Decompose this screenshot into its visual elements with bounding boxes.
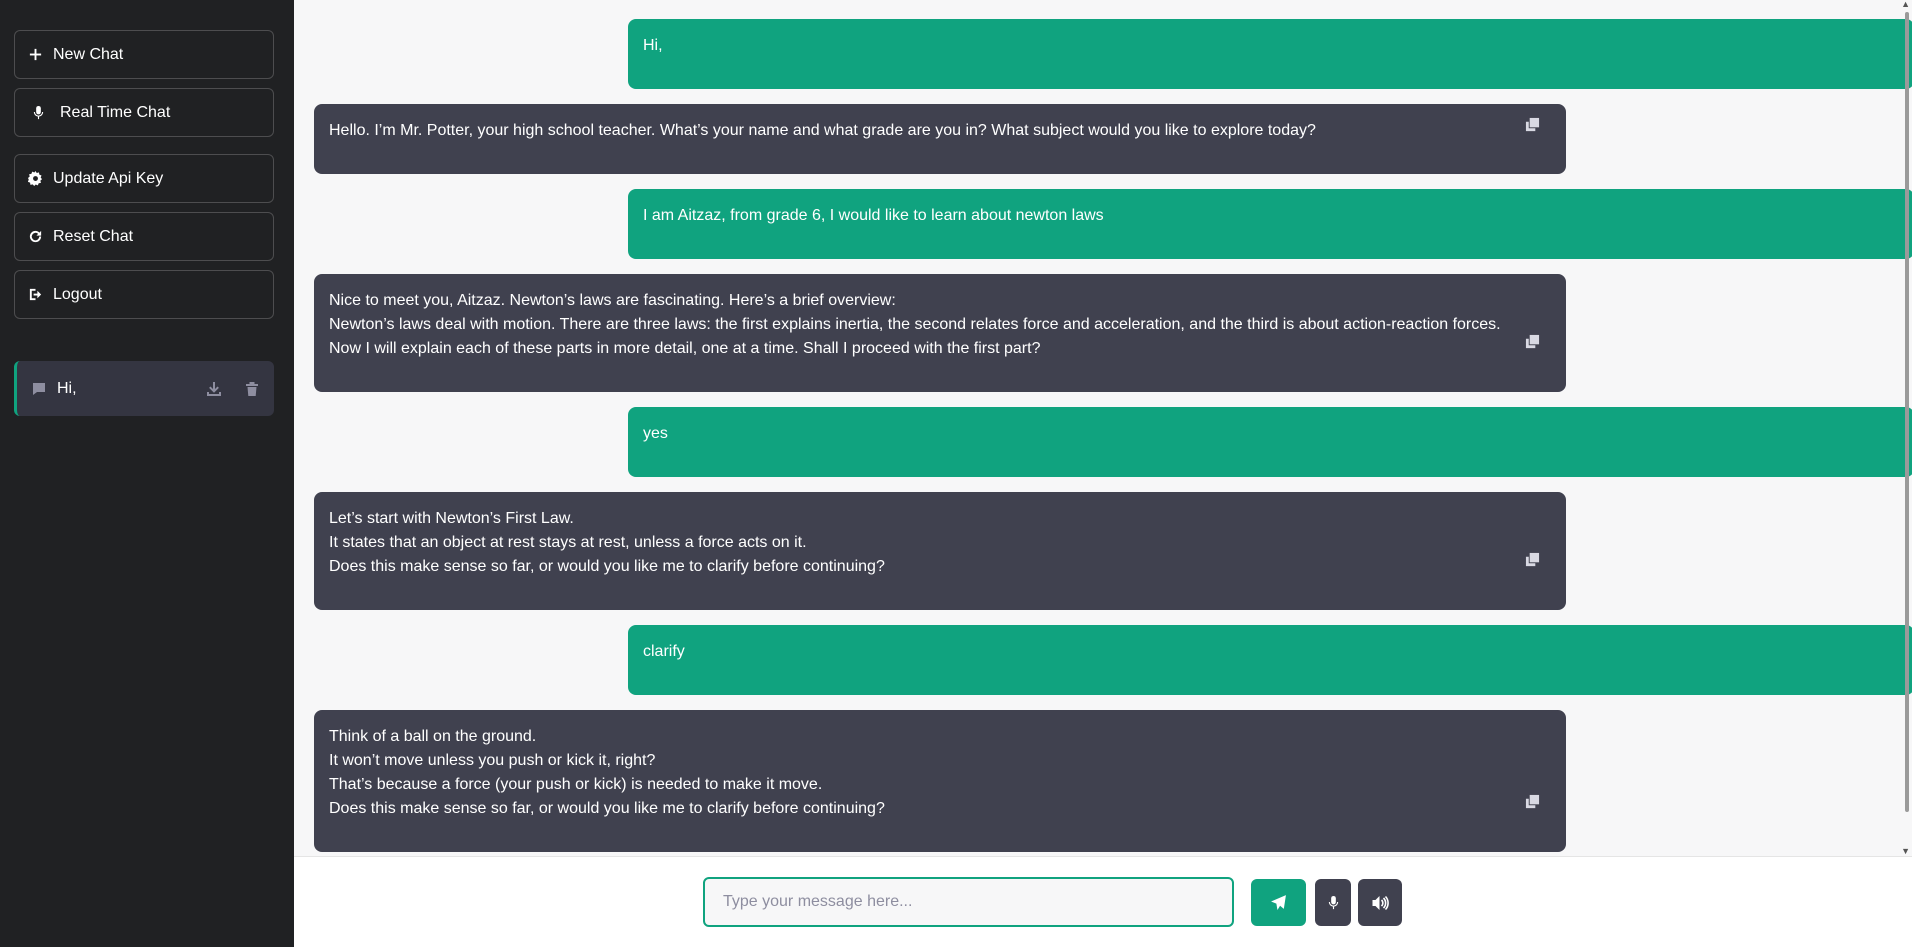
conversation-item[interactable]: Hi, [14,361,274,416]
chat-area: Hi, Hello. I’m Mr. Potter, your high sch… [294,0,1912,856]
assistant-message: Nice to meet you, Aitzaz. Newton’s laws … [314,274,1566,392]
microphone-icon [1328,895,1338,910]
copy-icon[interactable] [1525,794,1540,809]
reset-chat-button[interactable]: Reset Chat [14,212,274,261]
microphone-icon [33,105,44,120]
assistant-message: Let’s start with Newton’s First Law. It … [314,492,1566,610]
new-chat-button[interactable]: New Chat [14,30,274,79]
message-line: That’s because a force (your push or kic… [329,776,823,793]
real-time-chat-button[interactable]: Real Time Chat [14,88,274,137]
copy-icon[interactable] [1525,334,1540,349]
message-line: Hello. I’m Mr. Potter, your high school … [329,122,1316,139]
message-line: It won’t move unless you push or kick it… [329,752,656,769]
scroll-down-arrow-icon[interactable]: ▼ [1901,847,1910,856]
chat-scrollbar[interactable]: ▲ ▼ [1898,0,1912,856]
plus-icon [29,48,42,61]
logout-button[interactable]: Logout [14,270,274,319]
real-time-chat-label: Real Time Chat [60,103,171,121]
message-line: yes [643,425,668,442]
message-line: Does this make sense so far, or would yo… [329,800,885,817]
volume-icon [1372,895,1389,910]
message-input[interactable] [703,877,1234,927]
send-button[interactable] [1251,879,1306,926]
assistant-message: Think of a ball on the ground. It won’t … [314,710,1566,852]
mic-button[interactable] [1315,879,1351,926]
input-bar [294,856,1912,947]
message-line: Nice to meet you, Aitzaz. Newton’s laws … [329,292,896,309]
message-line: Think of a ball on the ground. [329,728,537,745]
copy-icon[interactable] [1525,117,1540,132]
message-line: Let’s start with Newton’s First Law. [329,510,574,527]
sidebar: New Chat Real Time Chat Update Api Key R… [0,0,294,947]
paper-plane-icon [1271,895,1286,910]
reset-chat-label: Reset Chat [53,227,134,245]
user-message: clarify [628,625,1912,695]
chat-bubble-icon [33,382,45,395]
copy-icon[interactable] [1525,552,1540,567]
message-line: clarify [643,643,685,660]
message-line: Hi, [643,37,663,54]
assistant-message: Hello. I’m Mr. Potter, your high school … [314,104,1566,174]
logout-label: Logout [53,285,102,303]
user-message: Hi, [628,19,1912,89]
message-line: Now I will explain each of these parts i… [329,340,1041,357]
download-icon[interactable] [206,381,222,397]
gear-icon [28,171,43,186]
message-line: It states that an object at rest stays a… [329,534,807,551]
logout-icon [29,288,42,301]
message-line: Newton’s laws deal with motion. There ar… [329,316,1501,333]
volume-button[interactable] [1358,879,1402,926]
refresh-icon [29,230,42,243]
user-message: yes [628,407,1912,477]
conversation-title: Hi, [57,379,77,397]
message-line: Does this make sense so far, or would yo… [329,558,885,575]
scroll-thumb[interactable] [1905,12,1909,812]
message-line: I am Aitzaz, from grade 6, I would like … [643,207,1104,224]
trash-icon[interactable] [244,381,260,397]
update-api-key-label: Update Api Key [53,169,164,187]
new-chat-label: New Chat [53,45,124,63]
user-message: I am Aitzaz, from grade 6, I would like … [628,189,1912,259]
scroll-up-arrow-icon[interactable]: ▲ [1901,0,1910,9]
update-api-key-button[interactable]: Update Api Key [14,154,274,203]
